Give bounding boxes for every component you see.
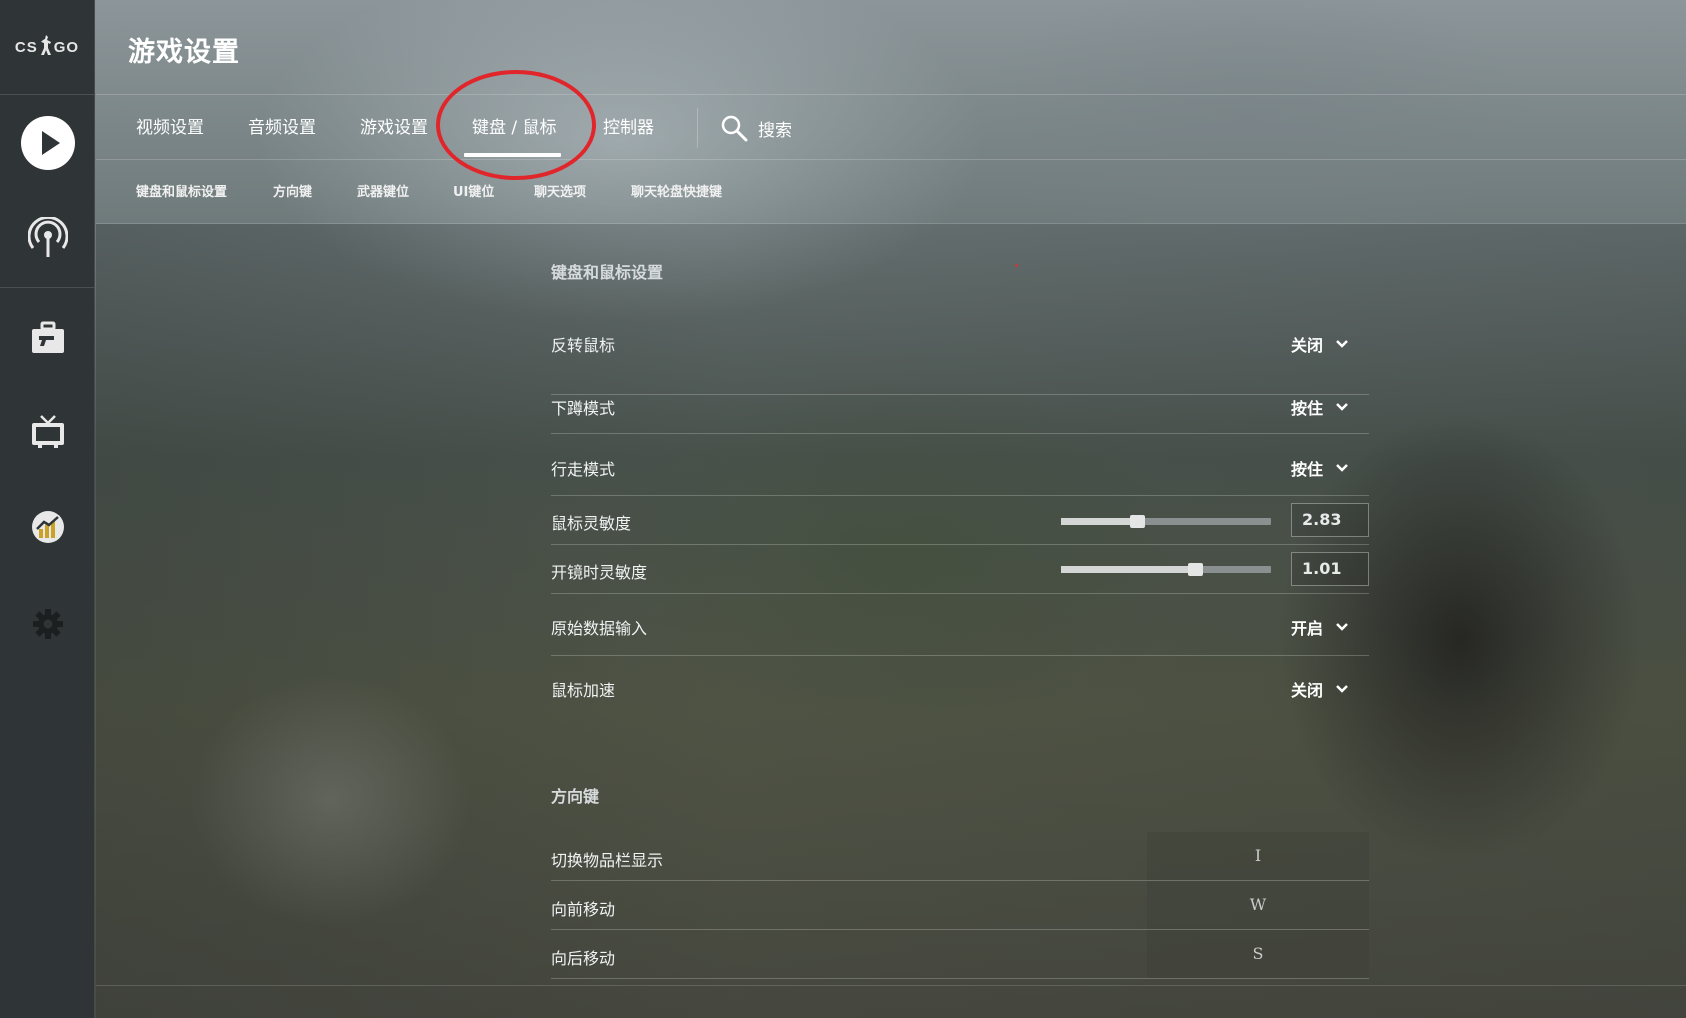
csgo-logo[interactable]: CS GO [0,0,94,95]
slider-handle[interactable] [1188,563,1204,576]
tab-video[interactable]: 视频设置 [136,96,204,160]
sidebar: CS GO [0,0,95,1018]
dropdown-value: 开启 [1290,619,1323,638]
cursor-dot [1015,264,1018,267]
watch-broadcast-button[interactable] [0,204,95,274]
tv-icon [31,415,64,448]
setting-row-mouse-sensitivity[interactable]: 鼠标灵敏度 2.83 [551,496,1369,545]
subtab-chat-options[interactable]: 聊天选项 [534,161,586,224]
tab-controller[interactable]: 控制器 [603,96,654,160]
subtab-weapon-keys[interactable]: 武器键位 [357,161,409,224]
play-button[interactable] [0,108,95,178]
tab-separator [697,108,698,148]
keybind-label: 向前移动 [551,900,616,919]
setting-label: 下蹲模式 [551,399,616,418]
dropdown-value: 关闭 [1290,681,1323,700]
sensitivity-slider[interactable] [1061,515,1271,528]
broadcast-icon [27,217,68,257]
setting-label: 行走模式 [551,460,616,479]
chevron-down-icon [1336,464,1348,472]
page-title: 游戏设置 [128,37,240,68]
dropdown-value: 关闭 [1290,336,1323,355]
mouse-acceleration-dropdown[interactable]: 关闭 [1291,677,1349,701]
logo-text-left: CS [14,38,38,56]
tab-game[interactable]: 游戏设置 [360,96,428,160]
subtab-keyboard-mouse-settings[interactable]: 键盘和鼠标设置 [136,161,227,224]
chevron-down-icon [1336,685,1348,693]
inventory-button[interactable] [0,303,95,373]
sensitivity-input[interactable]: 2.83 [1291,503,1369,537]
keybind-row-move-forward[interactable]: 向前移动 W [551,881,1369,930]
chevron-down-icon [1336,403,1348,411]
slider-fill [1061,518,1137,525]
invert-mouse-dropdown[interactable]: 关闭 [1291,332,1349,356]
keybind-label: 向后移动 [551,949,616,968]
header: 游戏设置 [96,0,1686,95]
setting-label: 鼠标加速 [551,681,616,700]
keybind-button[interactable]: I [1147,832,1369,880]
subtabs: 键盘和鼠标设置 方向键 武器键位 UI键位 聊天选项 聊天轮盘快捷键 [96,161,1686,224]
setting-row-crouch-mode[interactable]: 下蹲模式 按住 [551,372,1369,434]
setting-label: 反转鼠标 [551,336,616,355]
soldier-icon [39,34,53,61]
chevron-down-icon [1336,623,1348,631]
crouch-mode-dropdown[interactable]: 按住 [1291,395,1349,419]
footer-divider [96,985,1686,986]
play-icon [20,116,75,170]
raw-input-dropdown[interactable]: 开启 [1291,615,1349,639]
search-label: 搜索 [758,120,792,141]
dropdown-value: 按住 [1290,460,1323,479]
logo-text-right: GO [53,38,80,56]
setting-row-raw-input[interactable]: 原始数据输入 开启 [551,594,1369,656]
setting-label: 原始数据输入 [551,619,648,638]
setting-row-walk-mode[interactable]: 行走模式 按住 [551,434,1369,496]
subtab-chat-wheel-hotkeys[interactable]: 聊天轮盘快捷键 [631,161,722,224]
zoom-sensitivity-slider[interactable] [1061,563,1271,576]
subtab-ui-keys[interactable]: UI键位 [453,161,494,224]
keybind-row-move-backward[interactable]: 向后移动 S [551,930,1369,979]
slider-handle[interactable] [1129,515,1145,528]
stats-button[interactable] [0,492,95,562]
tab-audio[interactable]: 音频设置 [248,96,316,160]
setting-label: 开镜时灵敏度 [551,563,648,582]
dropdown-value: 按住 [1290,399,1323,418]
keybind-label: 切换物品栏显示 [551,851,664,870]
search-button[interactable]: 搜索 [720,96,792,160]
settings-button[interactable] [0,589,95,659]
keybind-button[interactable]: W [1147,881,1369,929]
slider-fill [1061,566,1196,573]
zoom-sensitivity-input[interactable]: 1.01 [1291,552,1369,586]
setting-row-mouse-acceleration[interactable]: 鼠标加速 关闭 [551,656,1369,718]
sidebar-divider [0,287,95,288]
keybind-button[interactable]: S [1147,930,1369,978]
search-icon [721,115,748,142]
briefcase-icon [31,321,64,353]
setting-label: 鼠标灵敏度 [551,514,632,533]
chevron-down-icon [1336,340,1348,348]
stats-chart-icon [31,511,64,543]
walk-mode-dropdown[interactable]: 按住 [1291,456,1349,480]
gear-icon [32,609,63,639]
section-title-keyboard-mouse: 键盘和鼠标设置 [551,263,664,282]
section-title-movement: 方向键 [551,787,600,806]
subtab-movement[interactable]: 方向键 [273,161,312,224]
setting-row-zoom-sensitivity[interactable]: 开镜时灵敏度 1.01 [551,545,1369,594]
watch-button[interactable] [0,397,95,467]
keybind-row-toggle-inventory[interactable]: 切换物品栏显示 I [551,832,1369,881]
settings-tabs: 视频设置 音频设置 游戏设置 键盘 / 鼠标 控制器 搜索 [96,96,1686,160]
